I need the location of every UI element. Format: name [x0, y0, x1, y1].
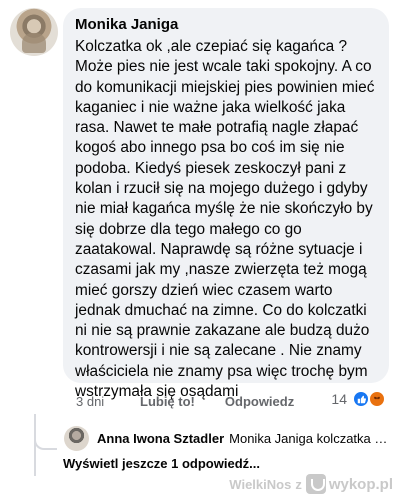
source-watermark: WielkiNos z wykop.pl: [229, 474, 393, 494]
comment-time[interactable]: 3 dni: [76, 394, 140, 409]
like-button[interactable]: Lubię to!: [140, 394, 195, 409]
angry-icon: [368, 390, 386, 408]
commenter-avatar[interactable]: [10, 8, 58, 56]
reply-preview-row[interactable]: Anna Iwona Sztadler Monika Janiga kolcza…: [64, 426, 394, 451]
reaction-summary[interactable]: 14: [331, 390, 386, 408]
comment-bubble: Monika Janiga Kolczatka ok ,ale czepiać …: [63, 8, 389, 400]
wykop-logo-icon: [305, 474, 326, 494]
reply-author[interactable]: Anna Iwona Sztadler: [97, 431, 224, 446]
comment-author[interactable]: Monika Janiga: [75, 15, 379, 35]
watermark-site: wykop.pl: [328, 475, 393, 493]
watermark-separator: z: [295, 476, 302, 492]
reply-preview-text[interactable]: Monika Janiga kolczatka ok...: [229, 431, 394, 446]
reply-avatar[interactable]: [64, 426, 89, 451]
comment-actions: 3 dni Lubię to! Odpowiedz: [76, 391, 324, 411]
reply-thread-connector: [34, 438, 57, 450]
watermark-source: WielkiNos: [229, 476, 292, 492]
comment-text: Kolczatka ok ,ale czepiać się kagańca ? …: [75, 38, 375, 401]
reaction-count[interactable]: 14: [331, 391, 347, 407]
reply-button[interactable]: Odpowiedz: [225, 394, 294, 409]
view-more-replies-link[interactable]: Wyświetl jeszcze 1 odpowiedź...: [63, 456, 260, 471]
wykop-logo: wykop.pl: [305, 474, 393, 494]
